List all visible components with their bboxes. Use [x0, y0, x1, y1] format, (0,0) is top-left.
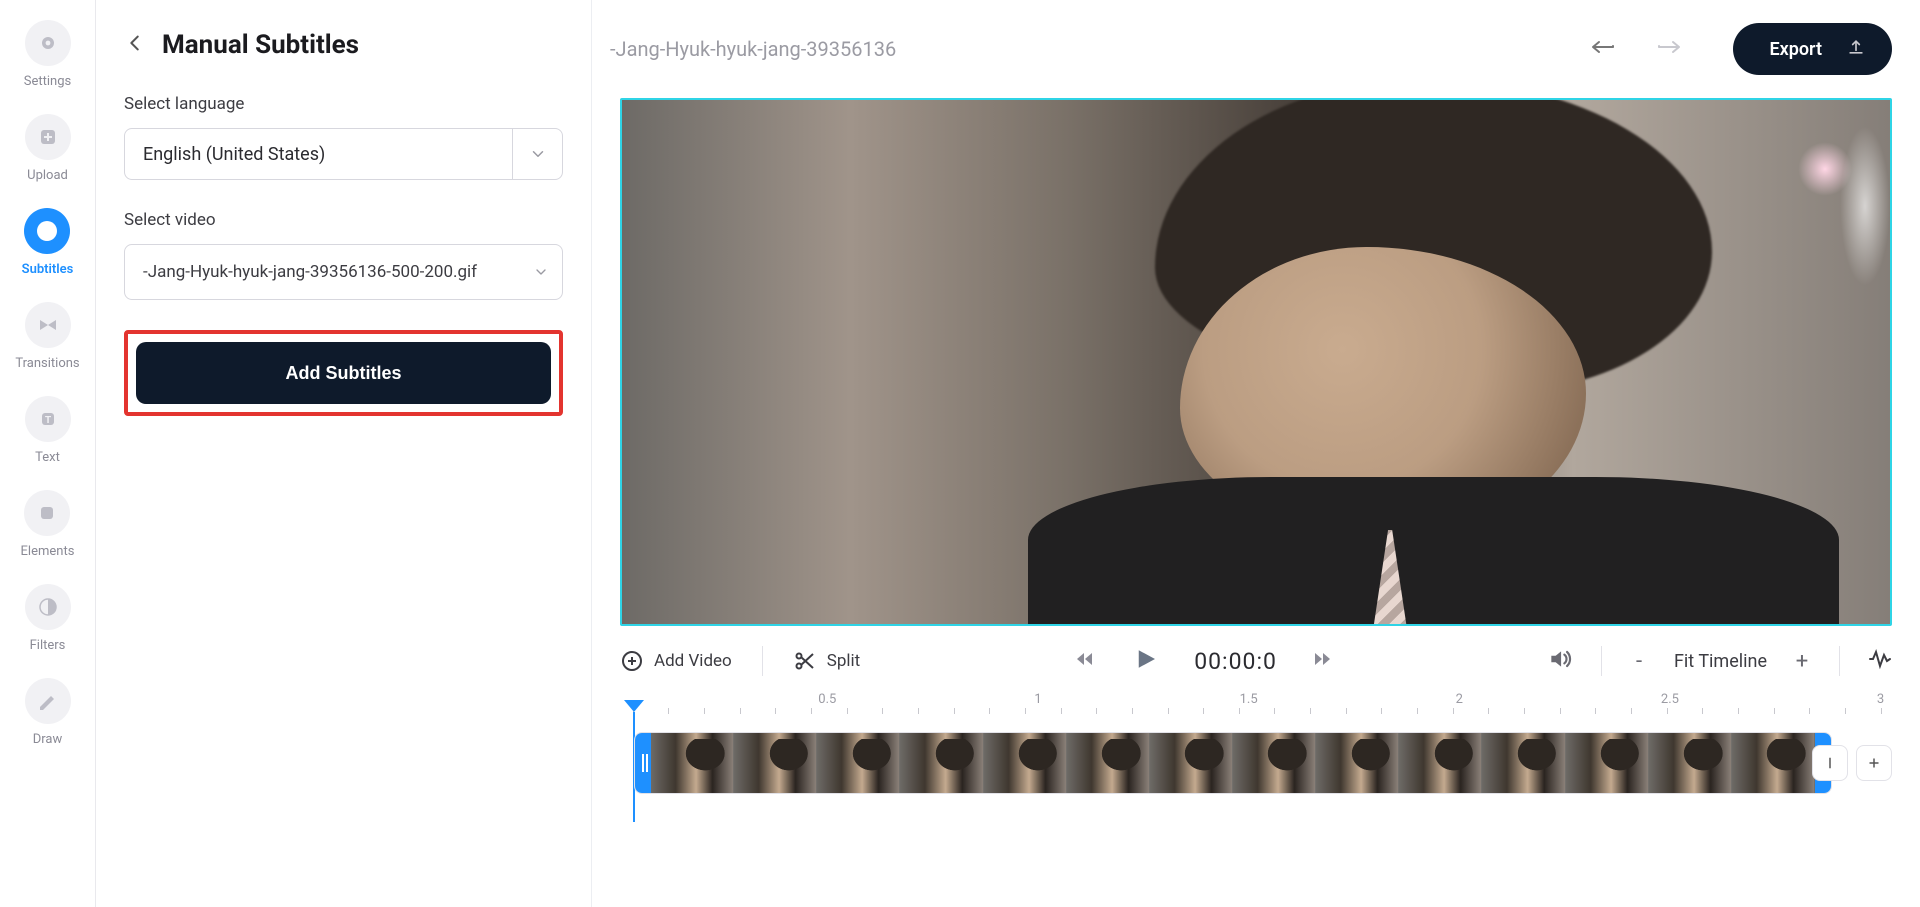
nav-item-transitions[interactable]: Transitions — [15, 302, 79, 371]
svg-text:T: T — [44, 415, 50, 426]
video-select-value: -Jang-Hyuk-hyuk-jang-39356136-500-200.gi… — [143, 262, 477, 282]
chevron-down-icon — [512, 129, 562, 179]
add-subtitles-button[interactable]: Add Subtitles — [136, 342, 551, 404]
zoom-in-button[interactable]: + — [1793, 649, 1811, 674]
ruler-tick-label: 1.5 — [1240, 692, 1258, 707]
split-label: Split — [827, 651, 860, 671]
nav-label: Subtitles — [22, 262, 74, 277]
video-clip[interactable] — [634, 732, 1832, 794]
export-icon — [1846, 37, 1866, 62]
nav-label: Settings — [24, 74, 71, 89]
elements-icon — [24, 490, 70, 536]
track-options-button[interactable] — [1812, 745, 1848, 781]
back-button[interactable] — [124, 32, 146, 58]
play-button[interactable] — [1130, 644, 1160, 678]
nav-label: Elements — [21, 544, 75, 559]
export-button-label: Export — [1769, 39, 1822, 60]
next-frame-button[interactable] — [1311, 647, 1335, 675]
divider — [762, 646, 763, 676]
subtitles-icon — [24, 208, 70, 254]
ruler-tick-label: 3 — [1877, 692, 1884, 707]
nav-item-text[interactable]: T Text — [25, 396, 71, 465]
video-preview[interactable] — [620, 98, 1892, 626]
draw-icon — [25, 678, 71, 724]
language-select[interactable]: English (United States) — [124, 128, 563, 180]
add-video-button[interactable]: Add Video — [620, 649, 732, 673]
topbar: -Jang-Hyuk-hyuk-jang-39356136 Export — [592, 0, 1920, 98]
ruler-tick-label: 0.5 — [818, 692, 836, 707]
select-video-label: Select video — [124, 210, 563, 230]
redo-button[interactable] — [1649, 35, 1685, 63]
playhead[interactable] — [624, 700, 644, 712]
timecode: 00:00:0 — [1194, 648, 1277, 675]
volume-button[interactable] — [1547, 646, 1573, 676]
upload-icon — [25, 114, 71, 160]
add-video-label: Add Video — [654, 651, 732, 671]
timeline: Add Video Split 00:00:0 — [592, 626, 1920, 820]
add-track-button[interactable] — [1856, 745, 1892, 781]
nav-label: Filters — [30, 638, 66, 653]
ruler-tick-label: 2.5 — [1661, 692, 1679, 707]
add-subtitles-highlight: Add Subtitles — [124, 330, 563, 416]
nav-item-elements[interactable]: Elements — [21, 490, 75, 559]
nav-label: Upload — [27, 168, 68, 183]
prev-frame-button[interactable] — [1072, 647, 1096, 675]
language-select-value: English (United States) — [143, 144, 325, 165]
clip-handle-left[interactable] — [635, 733, 651, 793]
filters-icon — [25, 584, 71, 630]
nav-item-filters[interactable]: Filters — [25, 584, 71, 653]
clip-thumbnails — [651, 733, 1815, 793]
text-icon: T — [25, 396, 71, 442]
left-nav: Settings Upload Subtitles Transitions T … — [0, 0, 96, 907]
ruler-tick-label: 1 — [1034, 692, 1041, 707]
project-title: -Jang-Hyuk-hyuk-jang-39356136 — [610, 37, 1587, 61]
transitions-icon — [25, 302, 71, 348]
gear-icon — [25, 20, 71, 66]
nav-label: Draw — [33, 732, 63, 747]
nav-item-settings[interactable]: Settings — [24, 20, 71, 89]
nav-label: Text — [35, 450, 60, 465]
ruler-tick-label: 2 — [1456, 692, 1463, 707]
split-button[interactable]: Split — [793, 649, 860, 673]
nav-item-upload[interactable]: Upload — [25, 114, 71, 183]
subtitles-panel: Manual Subtitles Select language English… — [96, 0, 592, 907]
waveform-toggle[interactable] — [1868, 647, 1892, 675]
nav-item-subtitles[interactable]: Subtitles — [22, 208, 74, 277]
panel-title: Manual Subtitles — [162, 30, 359, 60]
fit-timeline-button[interactable]: Fit Timeline — [1674, 651, 1767, 672]
chevron-down-icon — [520, 245, 562, 299]
timeline-ruler[interactable]: 0.5 1 1.5 2 2.5 3 — [620, 692, 1892, 714]
timeline-track[interactable] — [620, 726, 1892, 802]
select-language-label: Select language — [124, 94, 563, 114]
nav-label: Transitions — [15, 356, 79, 371]
nav-item-draw[interactable]: Draw — [25, 678, 71, 747]
divider — [1601, 646, 1602, 676]
export-button[interactable]: Export — [1733, 23, 1892, 75]
undo-button[interactable] — [1587, 35, 1623, 63]
zoom-out-button[interactable]: - — [1630, 649, 1648, 674]
divider — [1839, 646, 1840, 676]
video-select[interactable]: -Jang-Hyuk-hyuk-jang-39356136-500-200.gi… — [124, 244, 563, 300]
